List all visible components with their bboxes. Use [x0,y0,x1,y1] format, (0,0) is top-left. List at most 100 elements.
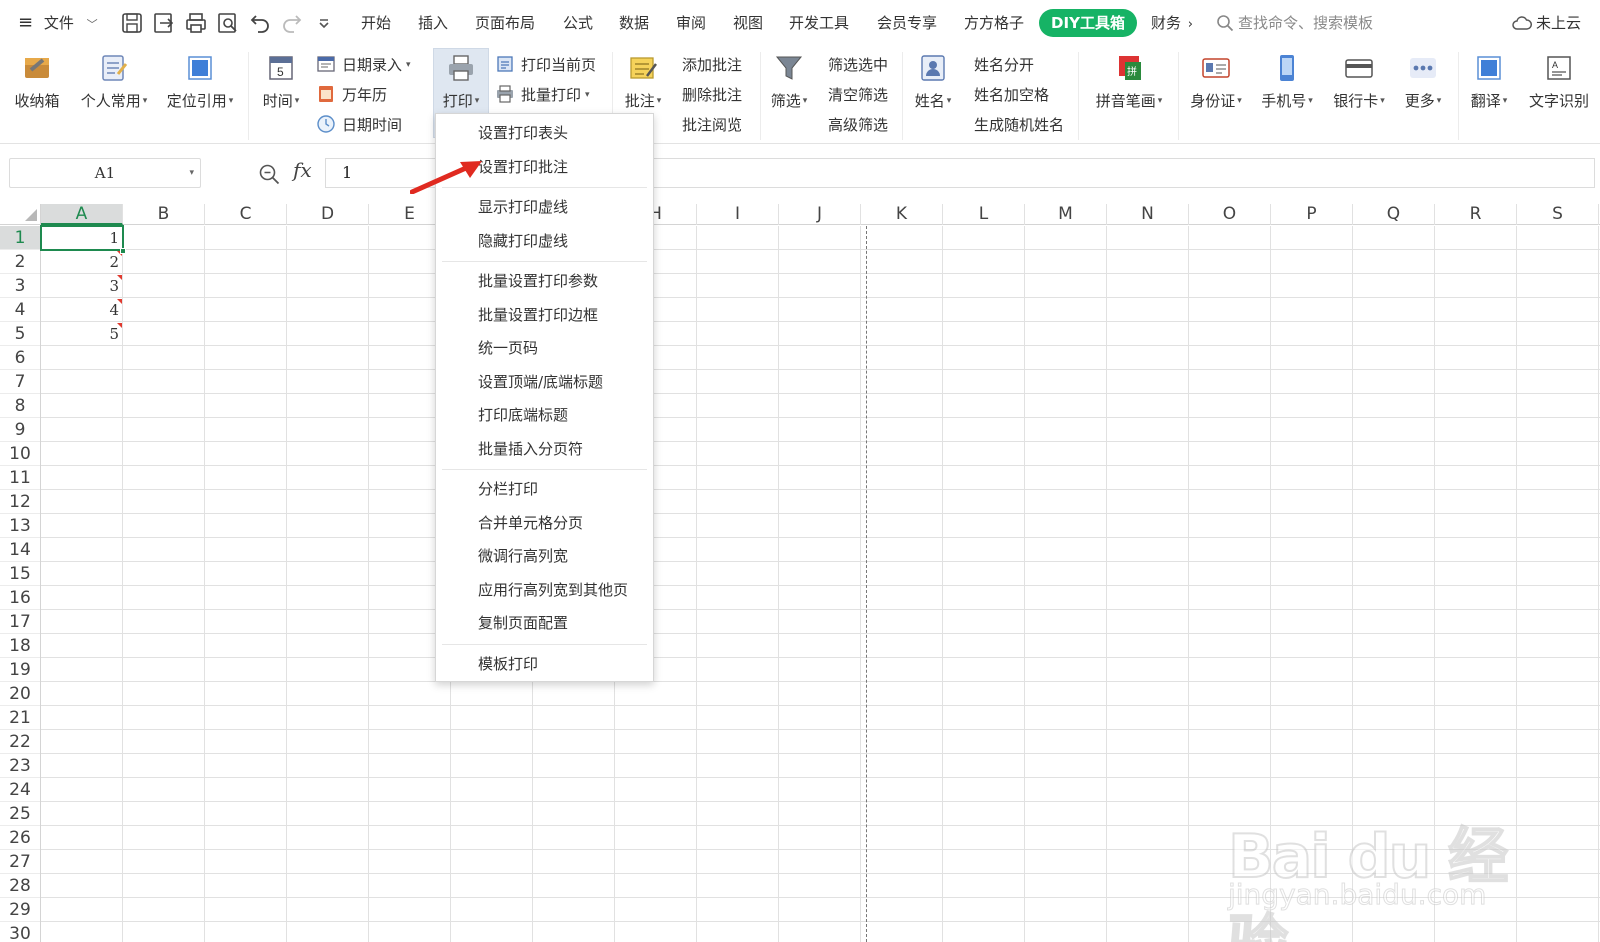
row-header-17[interactable]: 17 [0,610,40,634]
cell-a5[interactable]: 5 [41,322,119,346]
name-box[interactable]: A1 ▾ [9,158,201,188]
menu-item[interactable]: 批量插入分页符 [436,434,653,464]
tab-formulas[interactable]: 公式 [563,0,593,46]
tab-data[interactable]: 数据 [619,0,649,46]
add-comment-button[interactable]: 添加批注 [682,52,742,78]
row-header-18[interactable]: 18 [0,634,40,658]
phone-number-button[interactable]: 手机号 ▾ [1256,50,1318,111]
redo-icon[interactable] [280,11,304,35]
menu-item[interactable]: 复制页面配置 [436,608,653,638]
row-header-26[interactable]: 26 [0,826,40,850]
menu-item[interactable]: 隐藏打印虚线 [436,226,653,256]
menu-item[interactable]: 打印底端标题 [436,400,653,430]
tab-fangfang[interactable]: 方方格子 [964,0,1024,46]
row-header-16[interactable]: 16 [0,586,40,610]
row-header-23[interactable]: 23 [0,754,40,778]
row-header-4[interactable]: 4 [0,298,40,322]
row-header-2[interactable]: 2 [0,250,40,274]
row-header-12[interactable]: 12 [0,490,40,514]
column-header-j[interactable]: J [779,204,861,225]
menu-item[interactable]: 模板打印 [436,649,653,679]
row-header-29[interactable]: 29 [0,898,40,922]
name-button[interactable]: 姓名 ▾ [910,50,956,111]
menu-item[interactable]: 批量设置打印参数 [436,266,653,296]
row-header-25[interactable]: 25 [0,802,40,826]
filter-selected-button[interactable]: 筛选选中 [828,52,888,78]
column-header-i[interactable]: I [697,204,779,225]
print-button[interactable]: 打印 ▾ [433,50,489,111]
column-header-a[interactable]: A [41,204,123,225]
row-header-9[interactable]: 9 [0,418,40,442]
row-header-28[interactable]: 28 [0,874,40,898]
menu-item[interactable]: 设置顶端/底端标题 [436,367,653,397]
column-header-l[interactable]: L [943,204,1025,225]
fill-handle[interactable] [120,248,126,254]
time-button[interactable]: 5 时间 ▾ [258,50,304,111]
date-time-button[interactable]: 日期时间 [316,112,402,138]
customize-toolbar-icon[interactable] [312,11,336,35]
row-header-13[interactable]: 13 [0,514,40,538]
save-icon[interactable] [120,11,144,35]
row-header-7[interactable]: 7 [0,370,40,394]
column-header-s[interactable]: S [1517,204,1599,225]
filter-button[interactable]: 筛选 ▾ [766,50,812,111]
split-name-button[interactable]: 姓名分开 [974,52,1034,78]
row-header-30[interactable]: 30 [0,922,40,942]
row-header-24[interactable]: 24 [0,778,40,802]
comment-button[interactable]: 批注 ▾ [620,50,666,111]
file-menu[interactable]: ≡ 文件 ﹀ [18,0,98,46]
menu-item[interactable]: 应用行高列宽到其他页 [436,575,653,605]
row-header-15[interactable]: 15 [0,562,40,586]
column-header-b[interactable]: B [123,204,205,225]
translate-button[interactable]: 翻译 ▾ [1466,50,1512,111]
tab-insert[interactable]: 插入 [418,0,448,46]
column-header-d[interactable]: D [287,204,369,225]
browse-comment-button[interactable]: 批注阅览 [682,112,742,138]
batch-print-button[interactable]: 批量打印 ▾ [495,82,590,108]
id-card-button[interactable]: 身份证 ▾ [1186,50,1246,111]
print-preview-icon[interactable] [216,11,240,35]
text-recognition-button[interactable]: A 文字识别 [1524,50,1594,111]
advanced-filter-button[interactable]: 高级筛选 [828,112,888,138]
column-header-c[interactable]: C [205,204,287,225]
row-header-3[interactable]: 3 [0,274,40,298]
row-header-10[interactable]: 10 [0,442,40,466]
column-header-m[interactable]: M [1025,204,1107,225]
zoom-icon[interactable] [258,163,280,185]
name-add-space-button[interactable]: 姓名加空格 [974,82,1049,108]
export-icon[interactable] [152,11,176,35]
perpetual-calendar-button[interactable]: 万年历 [316,82,387,108]
cloud-status[interactable]: 未上云 [1512,0,1581,46]
delete-comment-button[interactable]: 删除批注 [682,82,742,108]
column-header-r[interactable]: R [1435,204,1517,225]
row-header-8[interactable]: 8 [0,394,40,418]
print-current-page-button[interactable]: 打印当前页 [495,52,596,78]
tab-diy-toolbox[interactable]: DIY工具箱 [1039,9,1137,37]
print-icon[interactable] [184,11,208,35]
row-header-19[interactable]: 19 [0,658,40,682]
cell-a3[interactable]: 3 [41,274,119,298]
tab-member[interactable]: 会员专享 [877,0,937,46]
row-header-27[interactable]: 27 [0,850,40,874]
row-header-11[interactable]: 11 [0,466,40,490]
storage-box-button[interactable]: 收纳箱 [12,50,62,111]
fx-icon[interactable]: fx [293,158,312,182]
search-command-box[interactable]: 查找命令、搜索模板 [1216,0,1373,46]
tab-finance[interactable]: 财务 › [1151,0,1193,46]
menu-item[interactable]: 显示打印虚线 [436,192,653,222]
tab-review[interactable]: 审阅 [676,0,706,46]
menu-item[interactable]: 设置打印表头 [436,118,653,148]
undo-icon[interactable] [248,11,272,35]
column-header-o[interactable]: O [1189,204,1271,225]
active-cell-selection[interactable] [40,225,124,251]
tab-developer[interactable]: 开发工具 [789,0,849,46]
column-header-p[interactable]: P [1271,204,1353,225]
more-button[interactable]: 更多 ▾ [1398,50,1448,111]
column-header-k[interactable]: K [861,204,943,225]
cell-a4[interactable]: 4 [41,298,119,322]
pinyin-strokes-button[interactable]: 拼 拼音笔画 ▾ [1086,50,1172,111]
menu-item[interactable]: 微调行高列宽 [436,541,653,571]
row-header-20[interactable]: 20 [0,682,40,706]
clear-filter-button[interactable]: 清空筛选 [828,82,888,108]
menu-item[interactable]: 合并单元格分页 [436,508,653,538]
